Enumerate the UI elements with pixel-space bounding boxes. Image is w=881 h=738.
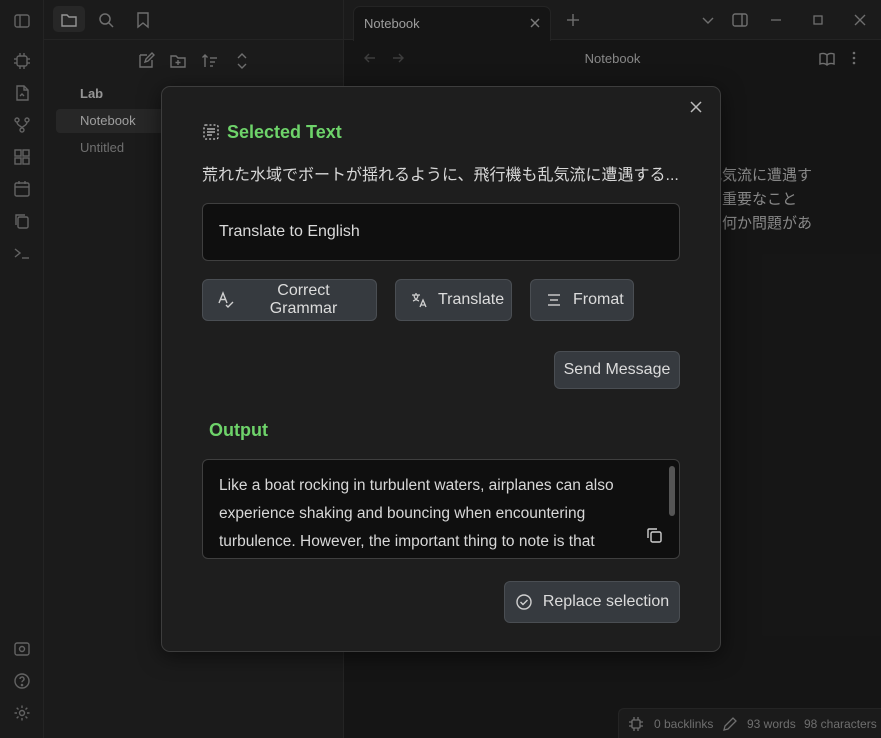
correct-grammar-button[interactable]: Correct Grammar: [202, 279, 377, 321]
output-heading: Output: [209, 420, 268, 440]
selected-text-preview: 荒れた水域でボートが揺れるように、飛行機も乱気流に遭遇する...: [202, 167, 679, 184]
translate-button[interactable]: Translate: [395, 279, 512, 321]
output-text: Like a boat rocking in turbulent waters,…: [219, 477, 614, 550]
check-circle-icon: [515, 593, 533, 611]
spellcheck-icon: [217, 291, 235, 309]
selected-text-heading: Selected Text: [227, 122, 342, 142]
translate-label: Translate: [438, 291, 505, 308]
format-button[interactable]: Fromat: [530, 279, 634, 321]
output-scrollbar[interactable]: [669, 466, 675, 516]
align-center-icon: [545, 291, 563, 309]
replace-selection-label: Replace selection: [542, 593, 670, 610]
prompt-input[interactable]: [202, 203, 680, 261]
send-message-button[interactable]: Send Message: [554, 351, 680, 389]
format-label: Fromat: [573, 291, 624, 308]
ai-assistant-modal: Selected Text 荒れた水域でボートが揺れるように、飛行機も乱気流に遭…: [161, 86, 721, 652]
copy-output-icon[interactable]: [645, 526, 663, 544]
output-box[interactable]: Like a boat rocking in turbulent waters,…: [202, 459, 680, 559]
text-select-icon: [202, 123, 220, 141]
close-icon[interactable]: [688, 99, 704, 115]
replace-selection-button[interactable]: Replace selection: [504, 581, 680, 623]
translate-icon: [410, 291, 428, 309]
correct-grammar-label: Correct Grammar: [269, 282, 338, 317]
